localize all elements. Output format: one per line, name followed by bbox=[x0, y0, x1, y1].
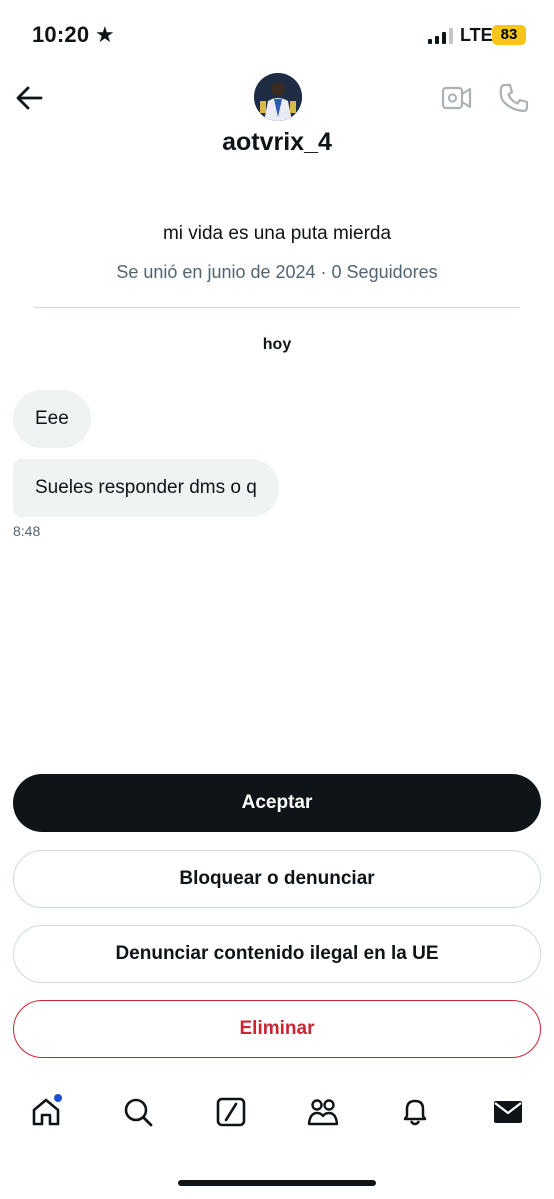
message-bubble[interactable]: Sueles responder dms o q bbox=[13, 459, 279, 517]
divider bbox=[34, 307, 520, 308]
notification-dot bbox=[54, 1094, 62, 1102]
profile-meta: Se unió en junio de 2024 · 0 Seguidores bbox=[116, 262, 438, 282]
bottom-navigation bbox=[0, 1090, 554, 1150]
communities-icon[interactable] bbox=[301, 1090, 345, 1134]
home-icon[interactable] bbox=[24, 1090, 68, 1134]
report-illegal-content-eu-button[interactable]: Denunciar contenido ilegal en la UE bbox=[13, 925, 541, 983]
grok-icon[interactable] bbox=[209, 1090, 253, 1134]
chat-username[interactable]: aotvrix_4 bbox=[0, 128, 554, 157]
status-time: 10:20 bbox=[32, 22, 90, 47]
date-separator: hoy bbox=[262, 336, 292, 353]
video-call-icon[interactable] bbox=[441, 83, 473, 113]
messages-icon[interactable] bbox=[486, 1090, 530, 1134]
signal-icon bbox=[428, 28, 453, 44]
phone-icon[interactable] bbox=[498, 82, 530, 114]
home-indicator bbox=[178, 1180, 376, 1186]
block-or-report-button[interactable]: Bloquear o denunciar bbox=[13, 850, 541, 908]
battery-indicator: 83 bbox=[492, 25, 526, 45]
message-bubble[interactable]: Eee bbox=[13, 390, 91, 448]
network-type: LTE bbox=[460, 25, 493, 45]
star-icon: ★ bbox=[95, 22, 115, 47]
search-icon[interactable] bbox=[116, 1090, 160, 1134]
notifications-icon[interactable] bbox=[393, 1090, 437, 1134]
delete-button[interactable]: Eliminar bbox=[13, 1000, 541, 1058]
status-bar: 10:20 ★ LTE 83 bbox=[0, 0, 554, 70]
avatar[interactable] bbox=[254, 73, 302, 121]
message-text: Sueles responder dms o q bbox=[35, 477, 257, 498]
back-arrow-icon[interactable] bbox=[14, 84, 46, 112]
profile-bio: mi vida es una puta mierda bbox=[162, 223, 392, 244]
message-text: Eee bbox=[35, 408, 69, 429]
message-timestamp: 8:48 bbox=[13, 523, 41, 539]
accept-button[interactable]: Aceptar bbox=[13, 774, 541, 832]
